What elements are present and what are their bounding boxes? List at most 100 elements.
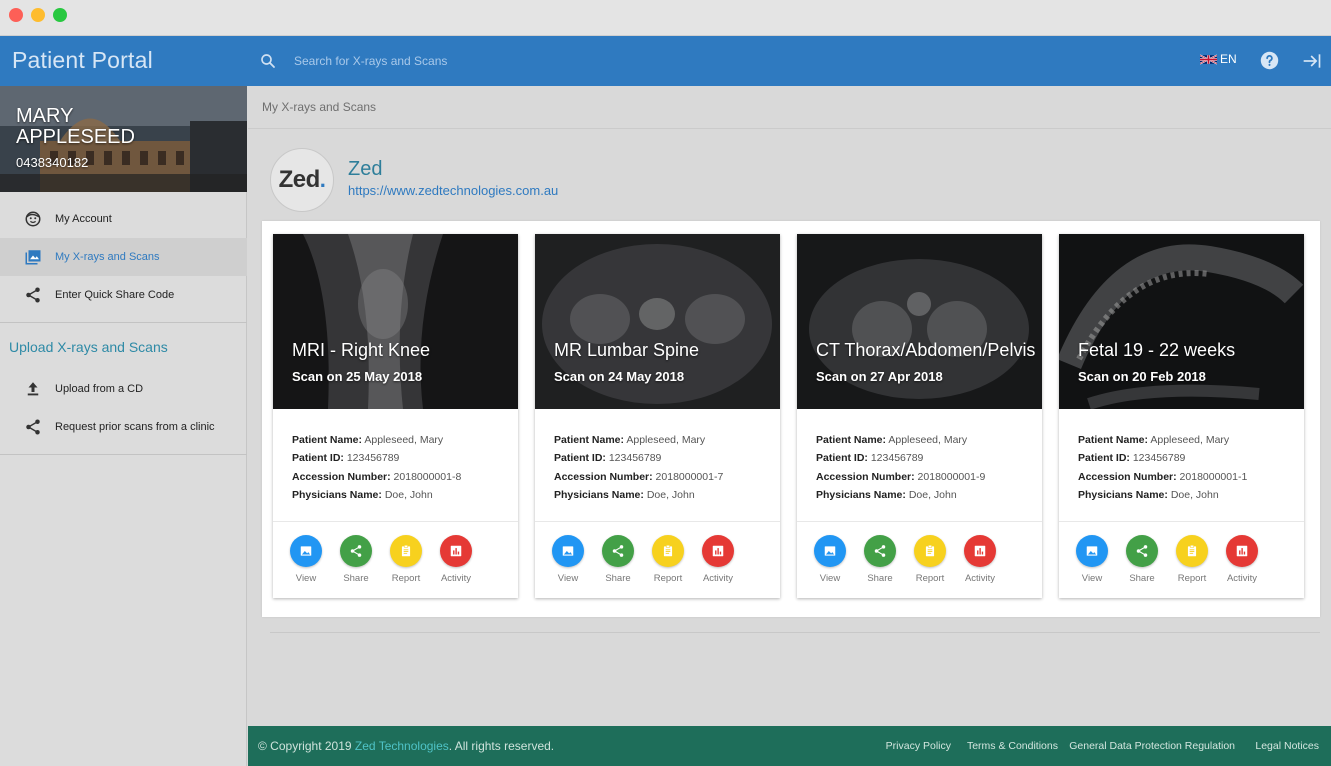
scan-thumbnail[interactable]: MR Lumbar Spine Scan on 24 May 2018 [535, 234, 780, 409]
maximize-window-button[interactable] [53, 8, 67, 22]
logout-icon[interactable] [1302, 52, 1322, 70]
activity-label: Activity [702, 573, 734, 584]
share-label: Share [343, 573, 369, 584]
patient-id-label: Patient ID: [816, 452, 868, 465]
image-icon [824, 546, 836, 556]
share-button[interactable]: Share [855, 535, 905, 584]
scan-title: MRI - Right Knee [292, 340, 431, 360]
bar-chart-icon [450, 545, 462, 557]
report-button[interactable]: Report [905, 535, 955, 584]
patient-id-value: 123456789 [1132, 452, 1186, 465]
physician-label: Physicians Name: [554, 488, 644, 501]
gdpr-link[interactable]: General Data Protection Regulation [1069, 740, 1235, 752]
share-button[interactable]: Share [331, 535, 381, 584]
view-button[interactable]: View [281, 535, 331, 584]
scan-details: Patient Name: Appleseed, Mary Patient ID… [292, 431, 461, 504]
view-button[interactable]: View [1067, 535, 1117, 584]
patient-id-value: 123456789 [870, 452, 924, 465]
patient-id-value: 123456789 [608, 452, 662, 465]
help-icon[interactable] [1260, 51, 1279, 70]
image-icon [1086, 546, 1098, 556]
uk-flag-icon [1200, 53, 1217, 65]
scan-thumbnail[interactable]: MRI - Right Knee Scan on 25 May 2018 [273, 234, 518, 409]
report-label: Report [915, 573, 945, 584]
scan-thumbnail[interactable]: Fetal 19 - 22 weeks Scan on 20 Feb 2018 [1059, 234, 1304, 409]
view-label: View [819, 573, 841, 584]
clipboard-icon [663, 544, 673, 557]
accession-label: Accession Number: [292, 470, 391, 483]
share-icon [26, 419, 40, 435]
bar-chart-icon [974, 545, 986, 557]
scan-card[interactable]: Fetal 19 - 22 weeks Scan on 20 Feb 2018 … [1059, 234, 1304, 598]
share-button[interactable]: Share [593, 535, 643, 584]
search-input[interactable] [294, 50, 794, 72]
breadcrumb: My X-rays and Scans [262, 100, 377, 114]
language-selector[interactable]: EN [1200, 52, 1237, 66]
image-icon [300, 546, 312, 556]
bar-chart-icon [1236, 545, 1248, 557]
app-title[interactable]: Patient Portal [12, 47, 153, 74]
report-label: Report [653, 573, 683, 584]
share-button[interactable]: Share [1117, 535, 1167, 584]
patient-name-label: Patient Name: [554, 434, 625, 446]
scan-card[interactable]: CT Thorax/Abdomen/Pelvis Scan on 27 Apr … [797, 234, 1042, 598]
scan-details: Patient Name: Appleseed, Mary Patient ID… [554, 431, 723, 504]
patient-id-label: Patient ID: [292, 452, 344, 465]
content-divider [270, 632, 1320, 633]
sidebar-item-label: My X-rays and Scans [55, 251, 160, 263]
activity-button[interactable]: Activity [955, 535, 1005, 584]
scan-title: MR Lumbar Spine [554, 340, 700, 360]
close-window-button[interactable] [9, 8, 23, 22]
sidebar-item-label: Request prior scans from a clinic [55, 421, 215, 433]
sidebar-divider [0, 454, 247, 455]
scan-card[interactable]: MRI - Right Knee Scan on 25 May 2018 Pat… [273, 234, 518, 598]
scan-thumbnail[interactable]: CT Thorax/Abdomen/Pelvis Scan on 27 Apr … [797, 234, 1042, 409]
report-label: Report [391, 573, 421, 584]
clipboard-icon [1187, 544, 1197, 557]
patient-name-value: Appleseed, Mary [888, 434, 968, 446]
privacy-policy-link[interactable]: Privacy Policy [886, 740, 951, 752]
patient-name-label: Patient Name: [816, 434, 887, 446]
sidebar-item-my-xrays-and-scans[interactable]: My X-rays and Scans [0, 238, 247, 276]
organization-logo-text: Zed [278, 166, 321, 193]
share-label: Share [1129, 573, 1155, 584]
sidebar-item-label: Enter Quick Share Code [55, 289, 175, 301]
report-button[interactable]: Report [1167, 535, 1217, 584]
terms-conditions-link[interactable]: Terms & Conditions [967, 740, 1058, 752]
sidebar-item-my-account[interactable]: My Account [0, 200, 247, 238]
view-button[interactable]: View [805, 535, 855, 584]
share-icon [350, 545, 362, 557]
physician-value: Doe, John [908, 488, 957, 501]
card-divider [535, 521, 780, 522]
scan-card[interactable]: MR Lumbar Spine Scan on 24 May 2018 Pati… [535, 234, 780, 598]
report-button[interactable]: Report [643, 535, 693, 584]
search-icon[interactable] [259, 52, 277, 70]
patient-name-label: Patient Name: [292, 434, 363, 446]
company-link[interactable]: Zed Technologies [355, 739, 449, 753]
sidebar-item-upload-from-cd[interactable]: Upload from a CD [0, 370, 247, 408]
scan-details: Patient Name: Appleseed, Mary Patient ID… [1078, 431, 1247, 504]
minimize-window-button[interactable] [31, 8, 45, 22]
activity-button[interactable]: Activity [1217, 535, 1267, 584]
physician-label: Physicians Name: [292, 488, 382, 501]
share-label: Share [605, 573, 631, 584]
share-icon [26, 287, 40, 303]
accession-value: 2018000001-7 [655, 470, 724, 483]
sidebar: MARY APPLESEED 0438340182 My Account My … [0, 86, 247, 766]
image-icon [25, 250, 41, 265]
activity-button[interactable]: Activity [431, 535, 481, 584]
activity-button[interactable]: Activity [693, 535, 743, 584]
view-button[interactable]: View [543, 535, 593, 584]
scan-date: Scan on 25 May 2018 [292, 369, 423, 384]
upload-icon [27, 382, 39, 396]
logo-dot-icon: . [319, 167, 326, 192]
patient-id-value: 123456789 [346, 452, 400, 465]
physician-label: Physicians Name: [1078, 488, 1168, 501]
image-icon [562, 546, 574, 556]
legal-notices-link[interactable]: Legal Notices [1255, 740, 1319, 752]
sidebar-item-request-prior-scans[interactable]: Request prior scans from a clinic [0, 408, 247, 446]
physician-value: Doe, John [1170, 488, 1219, 501]
report-button[interactable]: Report [381, 535, 431, 584]
organization-url-link[interactable]: https://www.zedtechnologies.com.au [348, 183, 558, 198]
sidebar-item-quick-share-code[interactable]: Enter Quick Share Code [0, 276, 247, 314]
